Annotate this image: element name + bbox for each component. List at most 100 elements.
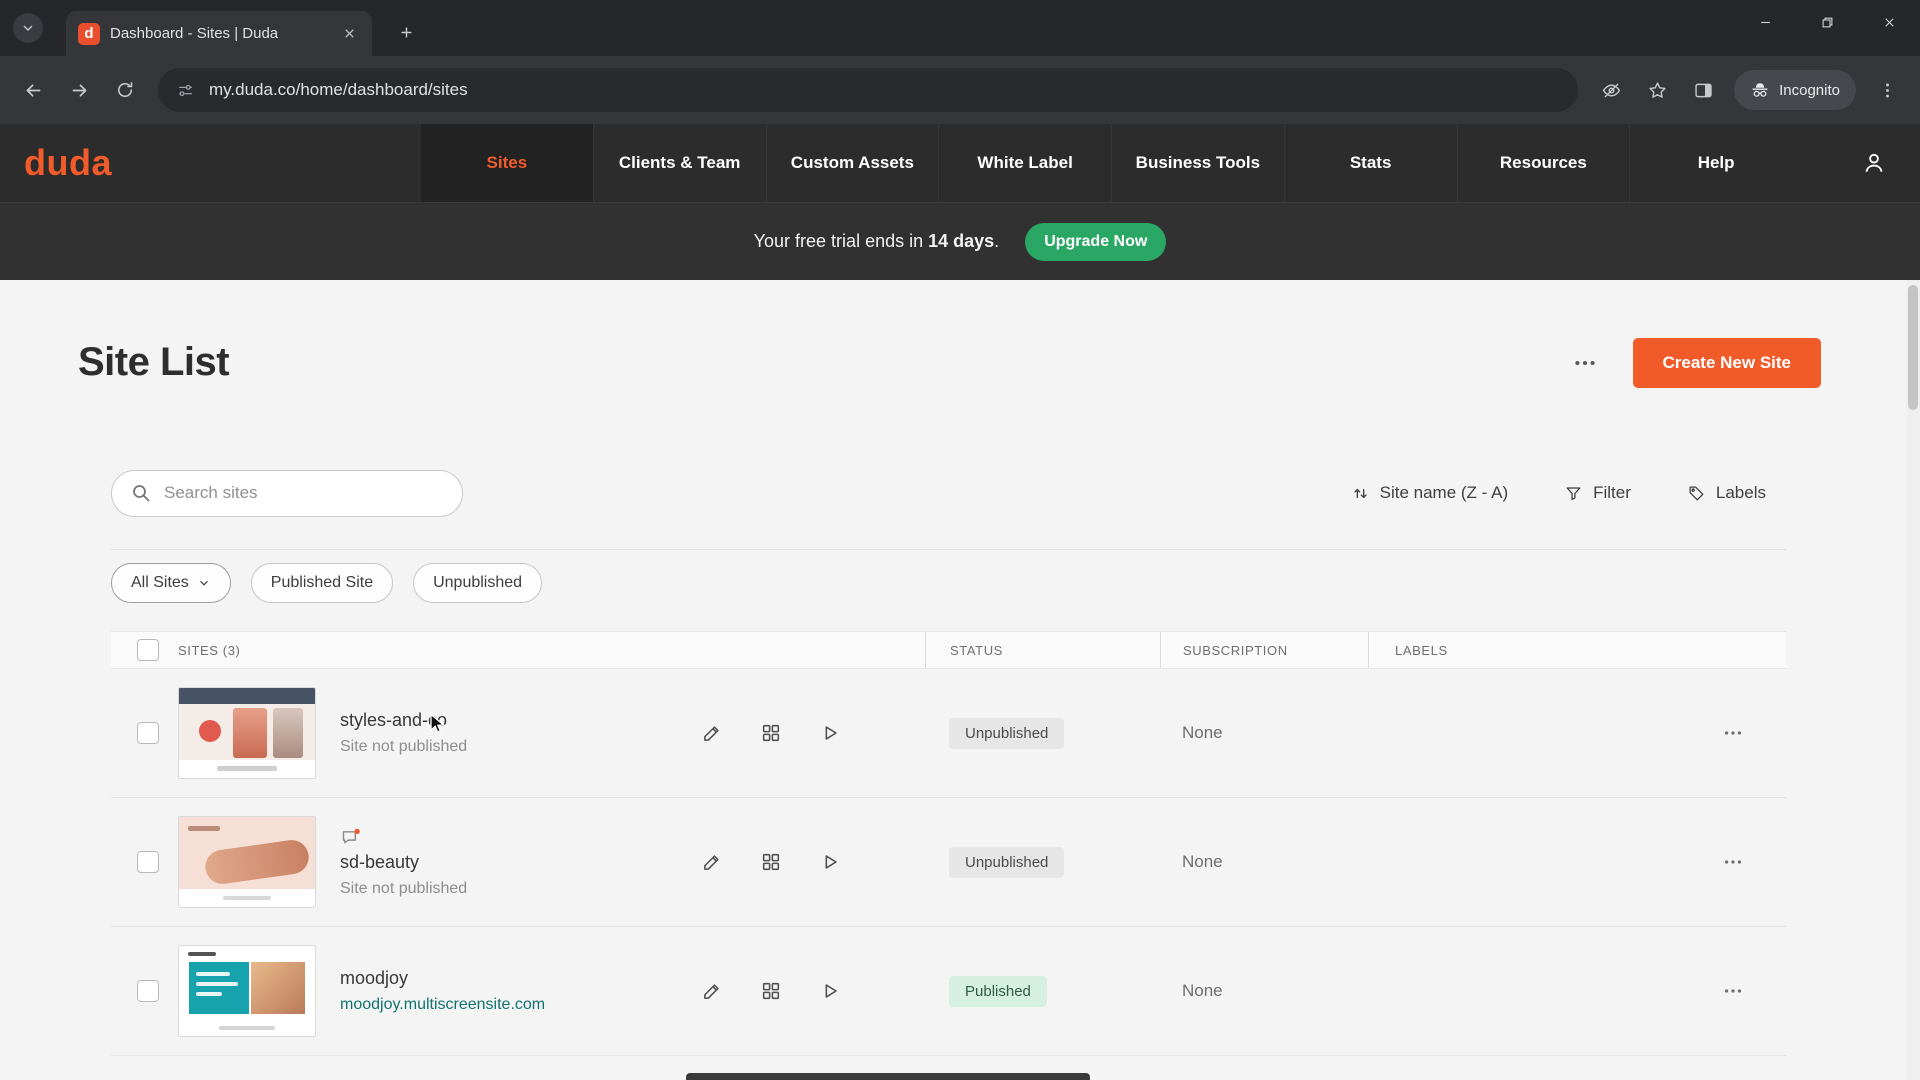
site-info: sd-beauty Site not published bbox=[340, 827, 467, 898]
grid-icon bbox=[760, 722, 782, 744]
grid-icon bbox=[760, 980, 782, 1002]
row-checkbox[interactable] bbox=[137, 722, 159, 744]
nav-item-business-tools[interactable]: Business Tools bbox=[1111, 124, 1284, 202]
header-subscription: SUBSCRIPTION bbox=[1160, 632, 1368, 668]
browser-tab[interactable]: d Dashboard - Sites | Duda bbox=[66, 11, 372, 56]
page-more-button[interactable] bbox=[1565, 343, 1605, 383]
maximize-button[interactable] bbox=[1796, 0, 1858, 44]
back-button[interactable] bbox=[12, 69, 54, 111]
duda-logo[interactable]: duda bbox=[24, 142, 112, 184]
row-checkbox[interactable] bbox=[137, 851, 159, 873]
side-panel-button[interactable] bbox=[1682, 69, 1724, 111]
create-new-site-button[interactable]: Create New Site bbox=[1633, 338, 1822, 388]
refresh-button[interactable] bbox=[104, 69, 146, 111]
edit-site-button[interactable] bbox=[696, 975, 728, 1007]
refresh-icon bbox=[115, 80, 135, 100]
nav-item-clients-team[interactable]: Clients & Team bbox=[593, 124, 766, 202]
window-controls bbox=[1734, 0, 1920, 44]
row-menu-button[interactable] bbox=[1717, 717, 1749, 749]
grid-icon bbox=[760, 851, 782, 873]
select-all-checkbox[interactable] bbox=[137, 639, 159, 661]
search-input[interactable] bbox=[111, 470, 463, 517]
nav-item-help[interactable]: Help bbox=[1629, 124, 1802, 202]
site-url-link[interactable]: moodjoy.multiscreensite.com bbox=[340, 996, 545, 1014]
table-header: SITES (3) STATUS SUBSCRIPTION LABELS bbox=[111, 631, 1786, 669]
duplicate-site-button[interactable] bbox=[755, 975, 787, 1007]
address-bar[interactable]: my.duda.co/home/dashboard/sites bbox=[158, 68, 1578, 112]
duda-favicon: d bbox=[78, 23, 100, 45]
pencil-icon bbox=[701, 980, 723, 1002]
scrollbar-thumb[interactable] bbox=[1908, 285, 1918, 410]
site-name[interactable]: sd-beauty bbox=[340, 852, 467, 873]
forward-button[interactable] bbox=[58, 69, 100, 111]
account-button[interactable] bbox=[1854, 143, 1894, 183]
pencil-icon bbox=[701, 851, 723, 873]
labels-button[interactable]: Labels bbox=[1687, 483, 1766, 503]
chip-all-sites[interactable]: All Sites bbox=[111, 563, 231, 603]
row-menu-button[interactable] bbox=[1717, 846, 1749, 878]
main-content: Site List Create New Site Site name (Z -… bbox=[0, 280, 1920, 1080]
browser-chrome: d Dashboard - Sites | Duda bbox=[0, 0, 1920, 124]
preview-hidden-button[interactable] bbox=[1590, 69, 1632, 111]
row-menu-button[interactable] bbox=[1717, 975, 1749, 1007]
tag-icon bbox=[1687, 484, 1706, 503]
browser-toolbar: my.duda.co/home/dashboard/sites Incognit… bbox=[0, 56, 1920, 124]
tab-search-button[interactable] bbox=[13, 13, 43, 43]
tab-title: Dashboard - Sites | Duda bbox=[110, 25, 328, 42]
nav-item-resources[interactable]: Resources bbox=[1457, 124, 1630, 202]
divider bbox=[111, 549, 1786, 550]
nav-item-stats[interactable]: Stats bbox=[1284, 124, 1457, 202]
play-icon bbox=[819, 722, 841, 744]
row-checkbox[interactable] bbox=[137, 980, 159, 1002]
incognito-icon bbox=[1750, 80, 1770, 100]
sort-button[interactable]: Site name (Z - A) bbox=[1351, 483, 1508, 503]
subscription-value: None bbox=[1182, 852, 1223, 871]
chip-unpublished[interactable]: Unpublished bbox=[413, 563, 542, 603]
site-name[interactable]: styles-and-co bbox=[340, 710, 467, 731]
side-panel-icon bbox=[1693, 80, 1714, 101]
duplicate-site-button[interactable] bbox=[755, 846, 787, 878]
site-thumbnail[interactable] bbox=[178, 816, 316, 908]
bookmark-button[interactable] bbox=[1636, 69, 1678, 111]
tab-close-button[interactable] bbox=[338, 23, 360, 45]
edit-site-button[interactable] bbox=[696, 717, 728, 749]
site-subtitle: Site not published bbox=[340, 880, 467, 898]
edit-site-button[interactable] bbox=[696, 846, 728, 878]
site-thumbnail[interactable] bbox=[178, 945, 316, 1037]
close-icon bbox=[342, 26, 357, 41]
nav-item-custom-assets[interactable]: Custom Assets bbox=[766, 124, 939, 202]
status-badge: Unpublished bbox=[949, 847, 1064, 878]
header-sites: SITES (3) bbox=[166, 643, 925, 658]
comments-indicator[interactable] bbox=[340, 827, 467, 849]
chip-published-site[interactable]: Published Site bbox=[251, 563, 393, 603]
page-header: Site List Create New Site bbox=[78, 335, 1821, 390]
filter-icon bbox=[1564, 484, 1583, 503]
site-thumbnail[interactable] bbox=[178, 687, 316, 779]
subscription-value: None bbox=[1182, 981, 1223, 1000]
preview-site-button[interactable] bbox=[814, 975, 846, 1007]
row-actions bbox=[696, 717, 846, 749]
preview-site-button[interactable] bbox=[814, 846, 846, 878]
upgrade-now-button[interactable]: Upgrade Now bbox=[1025, 223, 1166, 261]
kebab-horizontal-icon bbox=[1572, 350, 1598, 376]
sites-table: SITES (3) STATUS SUBSCRIPTION LABELS sty… bbox=[111, 631, 1786, 1056]
url-text: my.duda.co/home/dashboard/sites bbox=[209, 80, 468, 100]
list-controls: Site name (Z - A) Filter Labels bbox=[111, 469, 1786, 517]
site-settings-icon bbox=[176, 81, 195, 100]
nav-item-sites[interactable]: Sites bbox=[420, 124, 593, 202]
preview-site-button[interactable] bbox=[814, 717, 846, 749]
minimize-button[interactable] bbox=[1734, 0, 1796, 44]
browser-menu-button[interactable] bbox=[1866, 69, 1908, 111]
close-window-button[interactable] bbox=[1858, 0, 1920, 44]
nav-item-white-label[interactable]: White Label bbox=[938, 124, 1111, 202]
site-name[interactable]: moodjoy bbox=[340, 968, 545, 989]
new-tab-button[interactable] bbox=[390, 16, 422, 48]
filter-button[interactable]: Filter bbox=[1564, 483, 1631, 503]
star-icon bbox=[1647, 80, 1668, 101]
kebab-horizontal-icon bbox=[1722, 980, 1744, 1002]
kebab-vertical-icon bbox=[1878, 81, 1897, 100]
duplicate-site-button[interactable] bbox=[755, 717, 787, 749]
eye-off-icon bbox=[1601, 80, 1622, 101]
kebab-horizontal-icon bbox=[1722, 851, 1744, 873]
tab-strip: d Dashboard - Sites | Duda bbox=[0, 0, 1920, 56]
